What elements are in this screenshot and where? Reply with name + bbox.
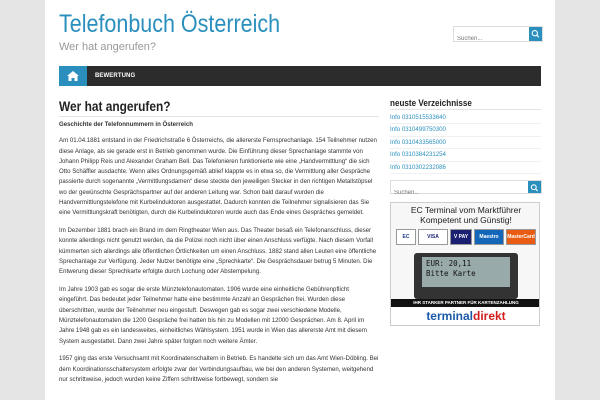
site-tagline: Wer hat angerufen? [59,41,157,53]
search-icon [531,30,540,38]
sidebar-link[interactable]: Info 0310302232086 [390,162,541,174]
ad-card-logos: EC VISA V PAY Maestro MasterCard [396,229,536,247]
article-paragraph: Am 01.04.1881 entstand in der Friedrichs… [59,137,377,217]
card-terminal-image: EUR: 20,11 Bitte Karte [414,253,518,299]
article-paragraph: Im Dezember 1881 brach ein Brand im dem … [59,227,377,276]
site-title[interactable]: Telefonbuch Österreich [59,8,280,40]
page: Telefonbuch Österreich Wer hat angerufen… [45,0,555,400]
article-paragraph: 1957 ging das erste Versuchsamt mit Koor… [59,355,379,384]
post-title: Wer hat angerufen? [59,98,171,114]
main-navigation: BEWERTUNG [59,66,541,86]
sidebar-divider [390,109,541,110]
title-divider [59,116,379,117]
maestro-card-logo: Maestro [474,229,504,245]
ad-tagline: IHR STARKER PARTNER FÜR KARTENZAHLUNG [391,299,539,307]
sidebar-link[interactable]: Info 0310499750300 [390,124,541,137]
article-body: Geschichte der Telefonnummern in Österre… [59,120,379,393]
home-icon [67,71,79,81]
sidebar-link[interactable]: Info 0310384231254 [390,149,541,162]
sidebar-link[interactable]: Info 0310515533640 [390,112,541,125]
article-subheading: Geschichte der Telefonnummern in Österre… [59,121,193,128]
nav-home-button[interactable] [59,66,87,86]
vpay-card-logo: V PAY [450,229,472,245]
ad-brand-logo: terminaldirekt [391,307,539,325]
mastercard-card-logo: MasterCard [506,229,536,245]
ec-card-logo: EC [396,229,416,245]
ad-brand-part-1: terminal [426,309,473,323]
header-search-input[interactable] [454,32,527,46]
sidebar-title: neuste Verzeichnisse [390,98,472,108]
ad-banner[interactable]: EC Terminal vom Marktführer Kompetent un… [390,202,540,326]
nav-item-bewertung[interactable]: BEWERTUNG [95,66,135,86]
header-search [453,26,543,46]
header-search-button[interactable] [529,27,542,41]
terminal-amount: EUR: 20,11 [426,259,472,268]
sidebar-search-button[interactable] [528,181,541,193]
sidebar: neuste Verzeichnisse Info 0310515533640 … [390,98,542,326]
sidebar-search [390,180,542,199]
sidebar-link[interactable]: Info 0310433565000 [390,137,541,150]
article-paragraph: Im Jahre 1903 gab es sogar die erste Mün… [59,286,367,345]
ad-brand-part-2: direkt [473,309,506,323]
sidebar-list: Info 0310515533640 Info 0310499750300 In… [390,112,541,174]
terminal-screen: EUR: 20,11 Bitte Karte [422,257,510,287]
visa-card-logo: VISA [418,229,448,245]
ad-headline: EC Terminal vom Marktführer Kompetent un… [410,205,522,225]
search-icon [530,184,539,192]
terminal-prompt: Bitte Karte [426,269,476,278]
sidebar-search-input[interactable] [391,187,514,199]
